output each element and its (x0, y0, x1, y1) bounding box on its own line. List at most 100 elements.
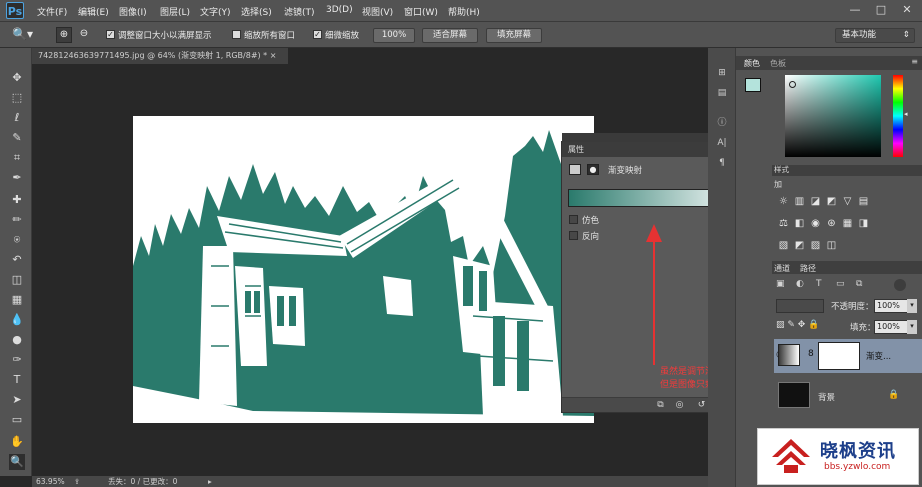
photo-filter-icon[interactable]: ◉ (809, 217, 822, 230)
menu-item-1[interactable]: 编辑(E) (78, 5, 109, 18)
info-icon[interactable]: ⓘ (714, 116, 730, 130)
threshold-icon[interactable]: ◩ (793, 239, 806, 252)
foreground-color-swatch[interactable] (745, 78, 761, 92)
vibrance-icon[interactable]: ▽ (841, 195, 854, 208)
zoom-100-button[interactable]: 100% (373, 28, 415, 43)
layer-row-background[interactable]: 背景 🔒 (774, 378, 922, 412)
brush-preset-icon[interactable]: ▤ (714, 86, 730, 100)
pen-tool-icon[interactable]: ✑ (9, 352, 25, 368)
blend-mode-select[interactable] (776, 299, 824, 313)
fill-dropdown-icon[interactable]: ▾ (907, 320, 917, 334)
menu-item-4[interactable]: 文字(Y) (200, 5, 231, 18)
document-image[interactable] (133, 116, 594, 423)
channel-mixer-icon[interactable]: ⊛ (825, 217, 838, 230)
fill-input[interactable]: 100% (874, 320, 908, 334)
styles-tab[interactable]: 样式 (772, 165, 922, 175)
restore-button[interactable]: □ (872, 2, 890, 18)
invert-icon[interactable]: ◨ (857, 217, 870, 230)
menu-item-2[interactable]: 图像(I) (119, 5, 147, 18)
menu-item-10[interactable]: 帮助(H) (448, 5, 480, 18)
crop-tool-icon[interactable]: ⌗ (9, 150, 25, 166)
filter-adjustment-icon[interactable]: ◐ (796, 279, 804, 289)
history-brush-icon[interactable]: ↶ (9, 252, 25, 268)
gradient-map-icon[interactable]: ▨ (809, 239, 822, 252)
posterize-icon[interactable]: ▧ (777, 239, 790, 252)
blur-tool-icon[interactable]: 💧 (9, 312, 25, 328)
tab-swatches[interactable]: 色板 (770, 58, 786, 69)
menu-item-3[interactable]: 图层(L) (160, 5, 190, 18)
opacity-dropdown-icon[interactable]: ▾ (907, 299, 917, 313)
eraser-tool-icon[interactable]: ◫ (9, 272, 25, 288)
tab-paths[interactable]: 路径 (800, 263, 816, 274)
view-previous-icon[interactable]: ◎ (674, 400, 685, 411)
type-tool-icon[interactable]: T (9, 372, 25, 388)
document-tab[interactable]: 742812463639771495.jpg @ 64% (渐变映射 1, RG… (32, 48, 288, 64)
dodge-tool-icon[interactable]: ● (9, 332, 25, 348)
lasso-tool-icon[interactable]: ℓ (9, 110, 25, 126)
character-icon[interactable]: A| (714, 136, 730, 150)
zoom-out-icon[interactable]: ⊖ (76, 27, 92, 43)
eyedropper-tool-icon[interactable]: ✒ (9, 170, 25, 186)
hue-slider-handle-icon[interactable]: ◂ (904, 110, 908, 118)
reset-icon[interactable]: ↺ (696, 400, 707, 411)
hand-tool-icon[interactable]: ✋ (9, 434, 25, 450)
menu-item-6[interactable]: 滤镜(T) (284, 5, 315, 18)
path-select-icon[interactable]: ➤ (9, 392, 25, 408)
selective-color-icon[interactable]: ◫ (825, 239, 838, 252)
status-arrow-icon[interactable]: ▸ (208, 476, 212, 487)
reverse-checkbox[interactable] (569, 231, 578, 240)
levels-icon[interactable]: ▥ (793, 195, 806, 208)
color-lookup-icon[interactable]: ▦ (841, 217, 854, 230)
lock-pixels-icon[interactable]: ▨ ✎ ✥ 🔒 (776, 320, 819, 330)
tab-channels[interactable]: 通道 (774, 263, 790, 274)
filter-smart-icon[interactable]: ⧉ (856, 279, 862, 289)
history-icon[interactable]: ⊞ (714, 66, 730, 80)
filter-shape-icon[interactable]: ▭ (836, 279, 845, 289)
marquee-tool-icon[interactable]: ⬚ (9, 90, 25, 106)
workspace-select[interactable]: 基本功能 ⇕ (835, 28, 915, 43)
filter-text-icon[interactable]: T (816, 279, 822, 289)
shape-tool-icon[interactable]: ▭ (9, 412, 25, 428)
menu-item-8[interactable]: 视图(V) (362, 5, 393, 18)
gradient-tool-icon[interactable]: ▦ (9, 292, 25, 308)
fit-screen-button[interactable]: 适合屏幕 (422, 28, 478, 43)
menu-item-9[interactable]: 窗口(W) (404, 5, 438, 18)
menu-item-0[interactable]: 文件(F) (37, 5, 67, 18)
hue-slider[interactable] (893, 75, 903, 157)
menu-item-5[interactable]: 选择(S) (241, 5, 272, 18)
status-export-icon[interactable]: ⇪ (74, 476, 80, 487)
bw-icon[interactable]: ◧ (793, 217, 806, 230)
zoom-in-icon[interactable]: ⊕ (56, 27, 72, 43)
close-button[interactable]: ✕ (898, 2, 916, 18)
panel-menu-icon[interactable]: ≡ (911, 57, 918, 66)
layer-name[interactable]: 渐变... (866, 350, 891, 362)
layer-name-background[interactable]: 背景 (818, 391, 835, 403)
resize-windows-checkbox[interactable]: ✓ (106, 30, 115, 39)
filter-toggle-icon[interactable] (894, 279, 906, 291)
minimize-button[interactable]: — (846, 2, 864, 18)
status-zoom[interactable]: 63.95% (36, 476, 65, 487)
fill-screen-button[interactable]: 填充屏幕 (486, 28, 542, 43)
tab-close-icon[interactable]: × (270, 51, 277, 60)
opacity-input[interactable]: 100% (874, 299, 908, 313)
color-balance-icon[interactable]: ⚖ (777, 217, 790, 230)
exposure-icon[interactable]: ◩ (825, 195, 838, 208)
color-picker-field[interactable] (785, 75, 881, 157)
curves-icon[interactable]: ◪ (809, 195, 822, 208)
clone-stamp-icon[interactable]: ⍟ (9, 232, 25, 248)
quick-select-tool-icon[interactable]: ✎ (9, 130, 25, 146)
dither-checkbox[interactable] (569, 215, 578, 224)
zoom-all-windows-checkbox[interactable] (232, 30, 241, 39)
healing-brush-icon[interactable]: ✚ (9, 192, 25, 208)
brush-tool-icon[interactable]: ✏ (9, 212, 25, 228)
layer-mask-thumbnail[interactable] (818, 342, 860, 370)
filter-image-icon[interactable]: ▣ (776, 279, 785, 289)
brightness-icon[interactable]: ☼ (777, 195, 790, 208)
paragraph-icon[interactable]: ¶ (714, 156, 730, 170)
clip-to-layer-icon[interactable]: ⧉ (655, 400, 666, 411)
tab-color[interactable]: 颜色 (744, 58, 760, 69)
zoom-tool-icon[interactable]: 🔍 (9, 454, 25, 470)
zoom-tool-preset-icon[interactable]: 🔍▾ (12, 27, 42, 43)
move-tool-icon[interactable]: ✥ (9, 70, 25, 86)
layer-row-gradient-map[interactable]: ◉ 8 渐变... (774, 339, 922, 373)
